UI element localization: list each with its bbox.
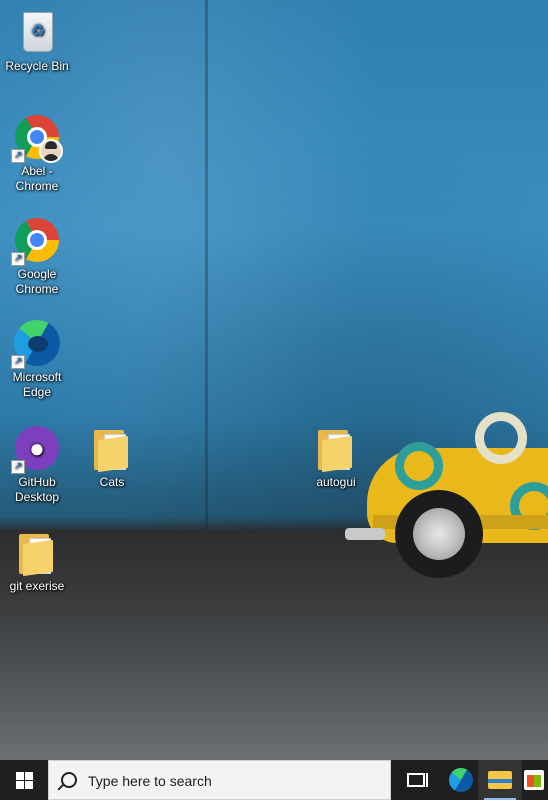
avatar [39, 139, 63, 163]
desktop[interactable]: ♻ Recycle Bin ↗ Abel - Chrome ↗ Google C… [0, 0, 548, 760]
search-icon [61, 772, 77, 788]
desktop-icon-git-exerise[interactable]: git exerise [1, 528, 73, 594]
desktop-icon-label: autogui [316, 475, 356, 489]
desktop-icon-recycle-bin[interactable]: ♻ Recycle Bin [1, 8, 73, 74]
folder-icon [318, 430, 354, 473]
desktop-icon-google-chrome[interactable]: ↗ Google Chrome [1, 216, 73, 297]
shortcut-arrow-icon: ↗ [11, 460, 25, 474]
store-icon [524, 770, 544, 790]
taskbar-file-explorer-button[interactable] [478, 760, 522, 800]
file-explorer-icon [488, 771, 512, 789]
folder-icon [94, 430, 130, 473]
taskbar: Type here to search [0, 760, 548, 800]
desktop-icon-github-desktop[interactable]: ● ↗ GitHub Desktop [1, 424, 73, 505]
task-view-icon [407, 773, 428, 787]
shortcut-arrow-icon: ↗ [11, 252, 25, 266]
shortcut-arrow-icon: ↗ [11, 149, 25, 163]
taskbar-store-button[interactable] [520, 760, 548, 800]
folder-icon [19, 534, 55, 577]
search-input[interactable]: Type here to search [48, 760, 391, 800]
shortcut-arrow-icon: ↗ [11, 355, 25, 369]
desktop-icon-abel-chrome[interactable]: ↗ Abel - Chrome [1, 113, 73, 194]
desktop-icon-label: git exerise [9, 579, 65, 593]
desktop-icon-label: Microsoft Edge [12, 370, 62, 399]
taskbar-edge-button[interactable] [439, 760, 483, 800]
start-icon [15, 771, 33, 789]
edge-icon [449, 768, 473, 792]
search-placeholder: Type here to search [88, 773, 212, 789]
task-view-button[interactable] [394, 760, 438, 800]
desktop-icon-label: Cats [99, 475, 125, 489]
desktop-icon-autogui[interactable]: autogui [300, 424, 372, 490]
start-button[interactable] [2, 760, 46, 800]
desktop-icon-microsoft-edge[interactable]: ↗ Microsoft Edge [1, 319, 73, 400]
desktop-icon-label: Abel - Chrome [15, 164, 59, 193]
desktop-icon-cats[interactable]: Cats [76, 424, 148, 490]
recycle-bin-icon: ♻ [23, 12, 53, 52]
desktop-icon-label: GitHub Desktop [14, 475, 60, 504]
desktop-icon-label: Recycle Bin [5, 59, 69, 73]
wallpaper-car [345, 412, 548, 590]
desktop-icon-label: Google Chrome [15, 267, 59, 296]
wallpaper-crack [205, 0, 208, 530]
